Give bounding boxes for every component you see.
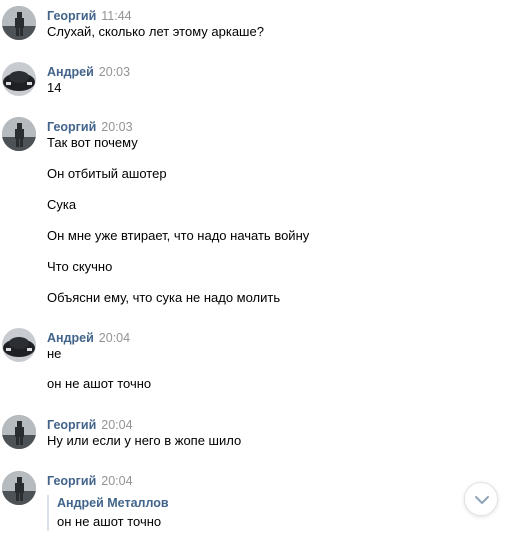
message-time[interactable]: 20:03	[101, 120, 132, 134]
author-name[interactable]: Георгий	[47, 120, 96, 134]
avatar-image	[2, 471, 36, 505]
message-time[interactable]: 20:04	[101, 418, 132, 432]
andrey-avatar[interactable]	[2, 328, 36, 362]
message-time[interactable]: 11:44	[101, 9, 131, 23]
reply-quote[interactable]: Андрей Металлов он не ашот точно	[47, 495, 169, 531]
quote-text: он не ашот точно	[57, 514, 162, 529]
message-text: 14	[47, 80, 62, 95]
quote-author[interactable]: Андрей Металлов	[57, 495, 169, 511]
avatar-image	[2, 328, 36, 362]
author-name[interactable]: Георгий	[47, 474, 96, 488]
avatar-image	[2, 62, 36, 96]
message-header: Георгий 20:04	[47, 473, 133, 489]
message-text: Слухай, сколько лет этому аркаше?	[47, 24, 264, 39]
message-text: не	[47, 346, 62, 361]
georgiy-avatar[interactable]	[2, 415, 36, 449]
author-name[interactable]: Андрей	[47, 65, 94, 79]
andrey-avatar[interactable]	[2, 62, 36, 96]
message-text: он не ашот точно	[47, 376, 152, 391]
author-name[interactable]: Георгий	[47, 9, 96, 23]
georgiy-avatar[interactable]	[2, 117, 36, 151]
avatar-image	[2, 415, 36, 449]
message-text: Объясни ему, что сука не надо молить	[47, 290, 281, 305]
chevron-down-icon	[475, 496, 489, 504]
author-name[interactable]: Андрей	[47, 331, 94, 345]
message-header: Георгий 11:44	[47, 8, 132, 24]
message-header: Георгий 20:03	[47, 119, 133, 135]
georgiy-avatar[interactable]	[2, 471, 36, 505]
georgiy-avatar[interactable]	[2, 6, 36, 40]
message-time[interactable]: 20:04	[99, 331, 130, 345]
author-name[interactable]: Георгий	[47, 418, 96, 432]
chat-history: Георгий 11:44 Слухай, сколько лет этому а…	[0, 0, 512, 537]
message-header: Андрей 20:03	[47, 64, 130, 80]
message-text: Он отбитый ашотер	[47, 166, 167, 181]
message-text: Он мне уже втирает, что надо начать войн…	[47, 228, 310, 243]
avatar-image	[2, 117, 36, 151]
scroll-down-button[interactable]	[464, 482, 498, 516]
message-header: Георгий 20:04	[47, 417, 133, 433]
message-text: Сука	[47, 197, 77, 212]
message-time[interactable]: 20:04	[101, 474, 132, 488]
avatar-image	[2, 6, 36, 40]
message-text: Так вот почему	[47, 135, 138, 150]
message-text: Ну или если у него в жопе шило	[47, 433, 242, 448]
message-header: Андрей 20:04	[47, 330, 130, 346]
message-time[interactable]: 20:03	[99, 65, 130, 79]
message-text: Что скучно	[47, 259, 113, 274]
